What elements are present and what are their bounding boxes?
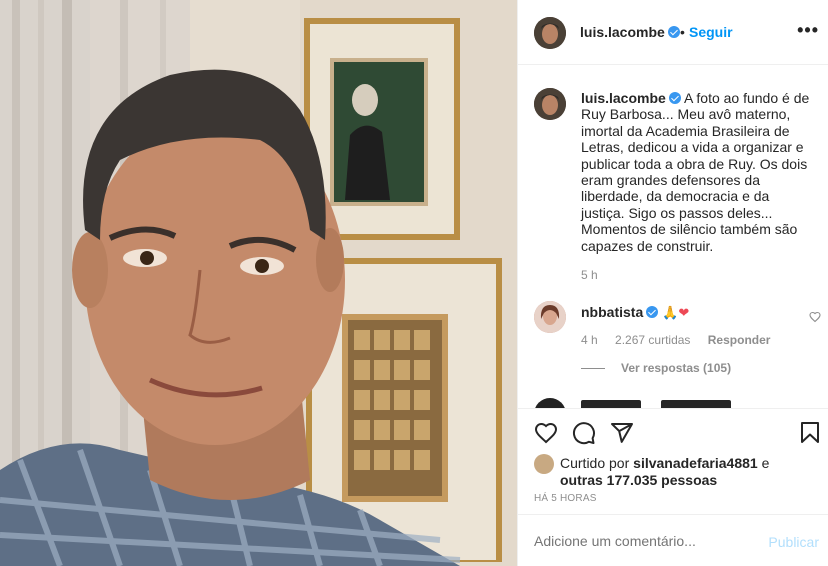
selfie-image [0,0,517,566]
verified-icon [646,306,659,318]
liker-avatar[interactable] [534,454,554,474]
follow-button[interactable]: Seguir [689,24,733,40]
next-commenter-avatar[interactable] [534,398,566,408]
caption-avatar[interactable] [534,88,566,120]
share-icon[interactable] [610,421,634,445]
post-photo[interactable] [0,0,517,566]
reply-button[interactable]: Responder [708,333,771,347]
caption-time[interactable]: 5 h [581,268,598,282]
next-comment-preview [581,400,741,408]
likes-count[interactable]: outras 177.035 pessoas [560,472,717,488]
heart-icon[interactable] [534,421,558,445]
author-username[interactable]: luis.lacombe [580,24,680,40]
heart-emoji: ❤ [678,306,690,321]
post-timestamp[interactable]: HÁ 5 HORAS [534,493,597,504]
view-replies-button[interactable]: Ver respostas (105) [581,361,731,375]
comment-input[interactable] [534,533,754,549]
comment-meta: 4 h 2.267 curtidas Responder [581,333,784,347]
like-comment-heart-icon[interactable] [809,311,821,323]
verified-icon [668,92,681,104]
caption-text: A foto ao fundo é de Ruy Barbosa... Meu … [581,90,810,254]
author-avatar[interactable] [534,17,566,49]
comments-list[interactable]: luis.lacombe A foto ao fundo é de Ruy Ba… [518,66,828,408]
post-actions: Curtido por silvanadefaria4881 e outras … [518,408,828,514]
comment-time[interactable]: 4 h [581,333,598,347]
liker-username[interactable]: silvanadefaria4881 [633,455,758,471]
separator-dot: • [680,24,685,40]
verified-icon [667,26,680,38]
caption-text-block: luis.lacombe A foto ao fundo é de Ruy Ba… [581,90,811,254]
more-icon[interactable]: ••• [797,20,819,41]
commenter-avatar[interactable] [534,301,566,333]
comment-likes[interactable]: 2.267 curtidas [615,333,690,347]
comment-icon[interactable] [572,421,596,445]
post-side-panel: luis.lacombe • Seguir ••• luis.lacombe A… [517,0,828,566]
bookmark-icon[interactable] [798,421,822,445]
post-header: luis.lacombe • Seguir ••• [518,0,828,65]
pray-emoji: 🙏 [662,306,679,321]
add-comment-bar: Publicar [518,514,828,566]
publish-button[interactable]: Publicar [768,534,819,550]
liked-by-line-1: Curtido por silvanadefaria4881 e [560,455,770,471]
caption-username[interactable]: luis.lacombe [581,90,681,106]
comment-text: nbbatista 🙏❤ [581,304,689,321]
commenter-username[interactable]: nbbatista [581,304,659,320]
